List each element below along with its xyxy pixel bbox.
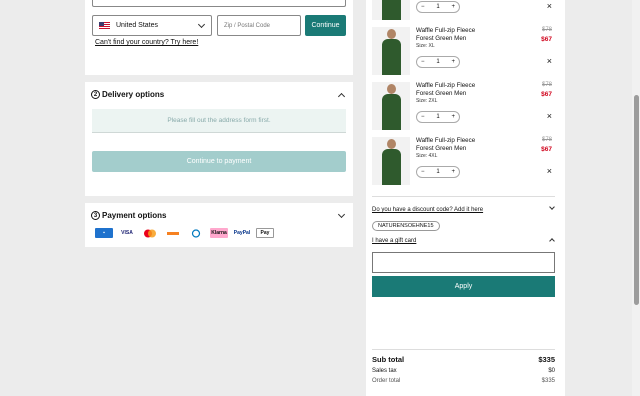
- address-card: United States Zip / Postal Code Continue…: [85, 0, 353, 75]
- close-icon[interactable]: ×: [547, 167, 552, 176]
- quantity-stepper[interactable]: − 1 +: [416, 166, 460, 178]
- subtotal-row: Sub total $335: [372, 355, 555, 364]
- quantity-value: 1: [436, 4, 440, 10]
- discount-code-chip[interactable]: NATURENSOEHNE15: [372, 221, 440, 231]
- paypal-icon: PayPal: [233, 230, 251, 236]
- country-value: United States: [116, 22, 159, 29]
- plus-icon[interactable]: +: [451, 114, 455, 120]
- product-image[interactable]: [372, 82, 410, 130]
- subtotal-value: $335: [538, 355, 555, 364]
- sales-tax-row: Sales tax $0: [372, 368, 555, 374]
- product-name[interactable]: Waffle Full-zip Fleece Forest Green Men: [416, 27, 516, 43]
- sale-price: $67: [541, 91, 552, 98]
- quantity-stepper[interactable]: − 1 +: [416, 56, 460, 68]
- payment-header[interactable]: 3 Payment options: [91, 211, 166, 220]
- delivery-options-card: 2 Delivery options Please fill out the a…: [85, 82, 353, 196]
- amex-icon: ▪: [95, 228, 113, 238]
- chevron-down-icon: [197, 20, 206, 29]
- plus-icon[interactable]: +: [451, 4, 455, 10]
- scrollbar-thumb[interactable]: [634, 95, 639, 305]
- diners-icon: [187, 228, 205, 238]
- page-scrollbar[interactable]: [632, 0, 640, 396]
- plus-icon[interactable]: +: [451, 169, 455, 175]
- chevron-up-icon[interactable]: [549, 238, 555, 244]
- sale-price: $67: [541, 146, 552, 153]
- delivery-notice: Please fill out the address form first.: [92, 109, 346, 133]
- address-input-partial[interactable]: [92, 0, 346, 7]
- delivery-header[interactable]: 2 Delivery options: [91, 90, 164, 99]
- payment-title: Payment options: [102, 211, 167, 220]
- product-size: Size: XL: [416, 43, 435, 49]
- quantity-stepper[interactable]: − 1 +: [416, 1, 460, 13]
- cart-item: Waffle Full-zip Fleece Forest Green Men …: [372, 137, 562, 187]
- minus-icon[interactable]: −: [421, 4, 425, 10]
- discover-icon: [164, 228, 182, 238]
- plus-icon[interactable]: +: [451, 59, 455, 65]
- zip-input[interactable]: Zip / Postal Code: [217, 15, 301, 36]
- cart-item: − 1 + ×: [372, 0, 562, 22]
- minus-icon[interactable]: −: [421, 169, 425, 175]
- minus-icon[interactable]: −: [421, 114, 425, 120]
- original-price: $78: [541, 137, 552, 143]
- product-size: Size: 2XL: [416, 98, 438, 104]
- apply-button[interactable]: Apply: [372, 276, 555, 297]
- product-name[interactable]: Waffle Full-zip Fleece Forest Green Men: [416, 137, 516, 153]
- step-number: 2: [91, 90, 100, 99]
- original-price: $78: [541, 27, 552, 33]
- delivery-title: Delivery options: [102, 90, 165, 99]
- chevron-down-icon[interactable]: [337, 210, 346, 219]
- sales-tax-value: $0: [548, 368, 555, 374]
- minus-icon[interactable]: −: [421, 59, 425, 65]
- applepay-icon: Pay: [256, 228, 274, 238]
- gift-card-input[interactable]: [372, 252, 555, 273]
- product-image[interactable]: [372, 0, 410, 20]
- order-total-row: Order total $335: [372, 378, 555, 384]
- chevron-down-icon[interactable]: [549, 204, 555, 210]
- mastercard-icon: [141, 228, 159, 238]
- order-total-label: Order total: [372, 378, 401, 384]
- klarna-icon: Klarna: [210, 228, 228, 238]
- order-total-value: $335: [541, 378, 555, 384]
- payment-methods: ▪ VISA Klarna PayPal Pay: [95, 228, 274, 238]
- us-flag-icon: [99, 22, 110, 29]
- chevron-up-icon[interactable]: [337, 92, 346, 101]
- quantity-value: 1: [436, 169, 440, 175]
- divider: [372, 349, 555, 350]
- sales-tax-label: Sales tax: [372, 368, 397, 374]
- quantity-stepper[interactable]: − 1 +: [416, 111, 460, 123]
- gift-card-link[interactable]: I have a gift card: [372, 238, 416, 244]
- step-number: 3: [91, 211, 100, 220]
- close-icon[interactable]: ×: [547, 112, 552, 121]
- product-image[interactable]: [372, 137, 410, 185]
- product-image[interactable]: [372, 27, 410, 75]
- cant-find-country-link[interactable]: Can't find your country? Try here!: [95, 39, 198, 46]
- continue-button[interactable]: Continue: [305, 15, 346, 36]
- discount-code-link[interactable]: Do you have a discount code? Add it here: [372, 207, 483, 213]
- country-select[interactable]: United States: [92, 15, 212, 36]
- continue-to-payment-button[interactable]: Continue to payment: [92, 151, 346, 172]
- cart-summary: − 1 + × Waffle Full-zip Fleece Forest Gr…: [366, 0, 565, 396]
- visa-icon: VISA: [121, 230, 133, 236]
- divider: [372, 196, 555, 197]
- quantity-value: 1: [436, 59, 440, 65]
- cart-item: Waffle Full-zip Fleece Forest Green Men …: [372, 82, 562, 132]
- product-size: Size: 4XL: [416, 153, 438, 159]
- close-icon[interactable]: ×: [547, 2, 552, 11]
- quantity-value: 1: [436, 114, 440, 120]
- original-price: $78: [541, 82, 552, 88]
- subtotal-label: Sub total: [372, 355, 405, 364]
- sale-price: $67: [541, 36, 552, 43]
- product-name[interactable]: Waffle Full-zip Fleece Forest Green Men: [416, 82, 516, 98]
- zip-placeholder: Zip / Postal Code: [224, 22, 271, 29]
- payment-options-card: 3 Payment options ▪ VISA Klarna PayPal P…: [85, 203, 353, 247]
- close-icon[interactable]: ×: [547, 57, 552, 66]
- cart-item: Waffle Full-zip Fleece Forest Green Men …: [372, 27, 562, 77]
